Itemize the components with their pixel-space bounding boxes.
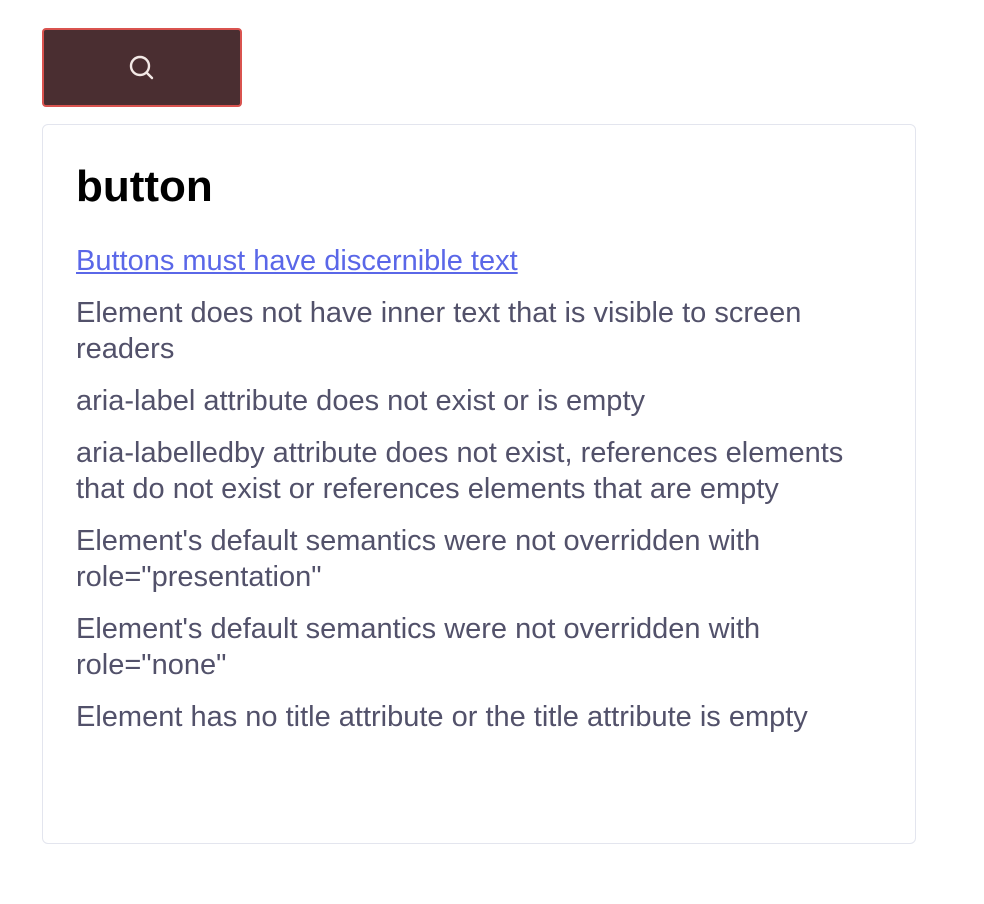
rule-link[interactable]: Buttons must have discernible text (76, 243, 518, 279)
checks-list: Element does not have inner text that is… (76, 295, 882, 735)
check-item: Element's default semantics were not ove… (76, 525, 761, 593)
page: button Buttons must have discernible tex… (0, 0, 984, 904)
check-item: Element has no title attribute or the ti… (76, 701, 808, 733)
result-card: button Buttons must have discernible tex… (42, 124, 916, 844)
check-item: aria-label attribute does not exist or i… (76, 385, 645, 417)
check-item: aria-labelledby attribute does not exist… (76, 437, 844, 505)
card-title: button (76, 162, 213, 211)
check-item: Element does not have inner text that is… (76, 297, 802, 365)
search-icon (129, 55, 154, 79)
search-button[interactable] (42, 28, 242, 107)
check-item: Element's default semantics were not ove… (76, 613, 761, 681)
